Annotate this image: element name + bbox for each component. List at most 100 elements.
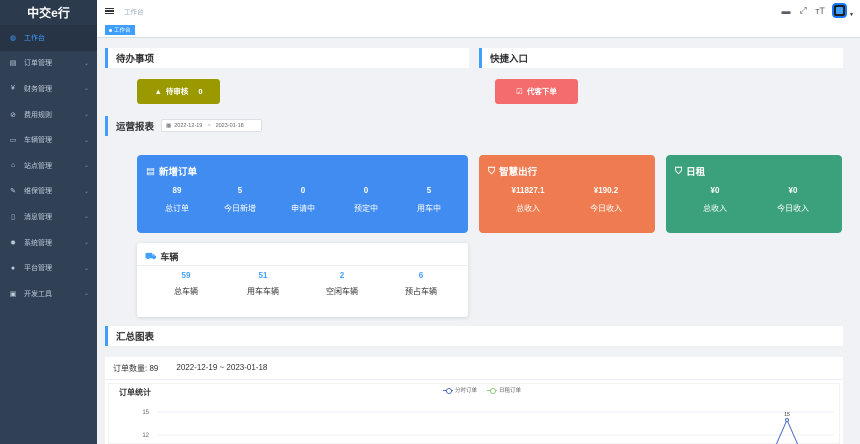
chart-plot: 15 12 15 (142, 410, 834, 444)
tool-icon: ▣ (9, 290, 17, 298)
edit-icon: ☑ (516, 87, 523, 96)
breadcrumb[interactable]: 工作台 (124, 6, 144, 16)
new-orders-title: ▤ 新增订单 (146, 164, 197, 179)
data-point-peak (785, 418, 789, 422)
new-orders-card: ▤ 新增订单 89 总订单 5 今日新增 0 申请中 0 预定中 5 用车中 (137, 155, 468, 233)
y-tick-label: 15 (142, 410, 149, 416)
vehicles-card: ⛟ 车辆 59 总车辆 51 用车车辆 2 空闲车辆 6 预占车辆 (137, 243, 468, 317)
pending-review-button[interactable]: ▲ 待审核 0 (137, 79, 220, 104)
smart-travel-title-text: 智慧出行 (499, 167, 538, 178)
order-stats-chart: 订单统计 分时订单 日租订单 15 12 15 (108, 383, 840, 444)
section-shortcuts: 快捷入口 (479, 48, 843, 68)
daily-rent-title-text: 日租 (686, 167, 706, 178)
document-icon: ▤ (9, 60, 17, 68)
series-line-timeshare (775, 418, 799, 444)
daily-rent-card: ⛉ 日租 ¥0 总收入 ¥0 今日收入 (666, 155, 842, 233)
sidebar-item-label: 站点管理 (24, 162, 52, 170)
chevron-down-icon: ⌄ (83, 214, 89, 221)
sidebar-item-3[interactable]: ⊘ 费用规则 ⌄ (0, 102, 97, 128)
date-end: 2023-01-18 (215, 122, 244, 129)
phone-icon: ▯ (11, 213, 15, 221)
yen-icon: ¥ (11, 85, 15, 93)
sidebar-item-label: 订单管理 (24, 60, 52, 68)
vehicles-title-text: 车辆 (160, 252, 179, 262)
caret-down-icon[interactable]: ▼ (849, 12, 854, 18)
sidebar-item-label: 平台管理 (24, 265, 52, 273)
sidebar-item-label: 车辆管理 (24, 137, 52, 145)
sidebar-item-label: 费用规则 (24, 111, 52, 119)
stat-reserving: 0 预定中 (354, 186, 378, 213)
sidebar-menu: ◍ 工作台 ▤ 订单管理 ⌄ ¥ 财务管理 ⌄ ⊘ 费用规则 ⌄ ▭ 车辆管理 ⌄ ⌂ 站点管理 ⌄ ✎ 维保管理 ⌄… (0, 25, 97, 307)
vehicles-title: ⛟ 车辆 (145, 250, 178, 263)
chevron-down-icon: ⌄ (83, 163, 89, 170)
daily-rent-title: ⛉ 日租 (675, 164, 706, 179)
sidebar-item-label: 维保管理 (24, 188, 52, 196)
section-todo: 待办事项 (105, 48, 469, 68)
stat-rent-total-income: ¥0 总收入 (703, 186, 727, 213)
chevron-down-icon: ⌄ (83, 188, 89, 195)
wrench-icon: ✎ (10, 188, 16, 196)
sidebar-item-0[interactable]: ◍ 工作台 (0, 25, 97, 51)
sidebar-item-7[interactable]: ▯ 消息管理 ⌄ (0, 204, 97, 230)
sidebar: 中交e行 ◍ 工作台 ▤ 订单管理 ⌄ ¥ 财务管理 ⌄ ⊘ 费用规则 ⌄ ▭ 车辆管理 ⌄ ⌂ 站点管理 ⌄ ✎… (0, 0, 97, 444)
avatar[interactable] (832, 3, 848, 18)
new-orders-title-text: 新增订单 (158, 167, 197, 178)
proxy-order-label: 代客下单 (526, 87, 557, 96)
date-sep: ~ (207, 122, 211, 129)
header-actions: ▬ ⤢ ᴛT ▼ (781, 3, 854, 18)
stat-today-new: 5 今日新增 (224, 186, 256, 213)
sidebar-item-label: 财务管理 (24, 85, 52, 93)
bag-icon: ⛉ (675, 165, 683, 177)
calendar-icon: ▦ (166, 122, 172, 129)
sidebar-item-10[interactable]: ▣ 开发工具 ⌄ (0, 281, 97, 307)
user-icon: ▲ (154, 87, 162, 96)
order-count-label: 订单数量: (113, 364, 148, 373)
stat-vehicles-in-use: 51 用车车辆 (247, 271, 279, 296)
stat-rent-today-income: ¥0 今日收入 (777, 186, 809, 213)
top-navbar: 工作台 ▬ ⤢ ᴛT ▼ (97, 0, 860, 22)
chevron-down-icon: ⌄ (83, 86, 89, 93)
stat-smart-total-income: ¥11827.1 总收入 (511, 186, 545, 213)
dashboard-icon: ◍ (9, 34, 17, 42)
hamburger-icon[interactable] (105, 7, 114, 15)
active-dot-icon (109, 28, 112, 32)
date-range-picker[interactable]: ▦ 2022-12-19 ~ 2023-01-18 (161, 119, 262, 132)
order-count-value: 89 (149, 364, 159, 373)
chevron-down-icon: ⌄ (83, 265, 89, 272)
stat-reserved-vehicles: 6 预占车辆 (405, 271, 437, 296)
user-icon: ● (10, 264, 16, 272)
sidebar-item-4[interactable]: ▭ 车辆管理 ⌄ (0, 127, 97, 153)
order-doc-icon: ▤ (146, 165, 155, 177)
chevron-down-icon: ⌄ (83, 291, 89, 298)
data-label-peak: 15 (784, 412, 790, 418)
sidebar-item-label: 开发工具 (24, 290, 52, 298)
stat-total-vehicles: 59 总车辆 (174, 271, 198, 296)
sidebar-item-8[interactable]: ✹ 系统管理 ⌄ (0, 230, 97, 256)
message-icon[interactable]: ▬ (781, 6, 791, 16)
stat-smart-today-income: ¥190.2 今日收入 (590, 186, 622, 213)
chevron-down-icon: ⌄ (83, 240, 89, 247)
smart-travel-card: ⛉ 智慧出行 ¥11827.1 总收入 ¥190.2 今日收入 (479, 155, 655, 233)
stat-in-use: 5 用车中 (417, 186, 441, 213)
sidebar-item-label: 消息管理 (24, 213, 52, 221)
sidebar-item-2[interactable]: ¥ 财务管理 ⌄ (0, 76, 97, 102)
truck-icon: ⛟ (145, 250, 157, 261)
sidebar-item-5[interactable]: ⌂ 站点管理 ⌄ (0, 153, 97, 179)
location-icon: ⌂ (10, 162, 16, 170)
summary-info-row: 订单数量: 89 2022-12-19 ~ 2023-01-18 (113, 363, 267, 374)
sidebar-item-1[interactable]: ▤ 订单管理 ⌄ (0, 51, 97, 77)
smart-travel-title: ⛉ 智慧出行 (488, 164, 538, 179)
stat-total-orders: 89 总订单 (165, 186, 189, 213)
font-size-icon[interactable]: ᴛT (815, 6, 825, 16)
pending-review-label: 待审核 (165, 87, 189, 96)
chevron-down-icon: ⌄ (83, 112, 89, 119)
summary-range: 2022-12-19 ~ 2023-01-18 (176, 363, 268, 372)
chevron-down-icon: ⌄ (83, 137, 89, 144)
tag-dashboard[interactable]: 工作台 (105, 25, 135, 35)
y-tick-label: 12 (142, 433, 149, 439)
sidebar-item-6[interactable]: ✎ 维保管理 ⌄ (0, 179, 97, 205)
proxy-order-button[interactable]: ☑ 代客下单 (495, 79, 578, 104)
sidebar-item-9[interactable]: ● 平台管理 ⌄ (0, 255, 97, 281)
stat-idle-vehicles: 2 空闲车辆 (326, 271, 358, 296)
fullscreen-icon[interactable]: ⤢ (798, 5, 808, 16)
